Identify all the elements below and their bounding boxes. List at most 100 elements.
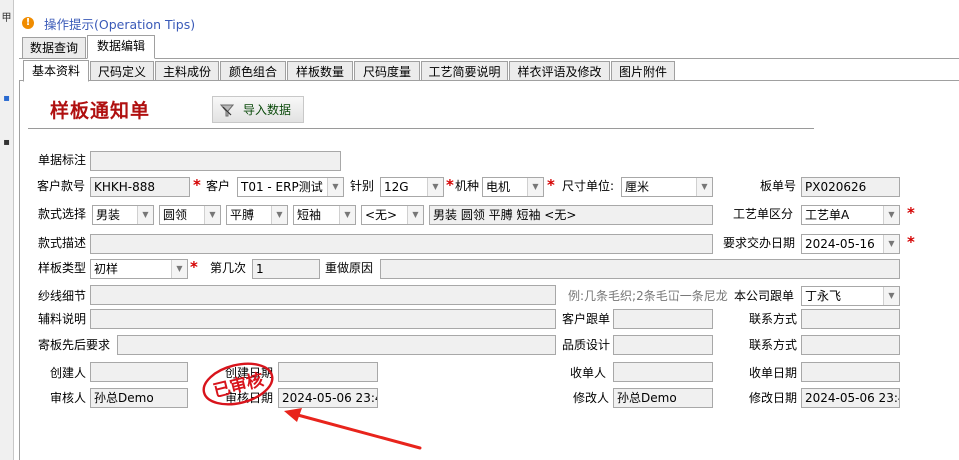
tab-size-definition[interactable]: 尺码定义	[90, 61, 154, 82]
receive-date-input[interactable]	[801, 362, 900, 382]
required-star: *	[547, 176, 555, 194]
chevron-down-icon[interactable]: ▼	[527, 178, 543, 196]
company-merch-label: 本公司跟单	[734, 289, 795, 303]
style-collar-select[interactable]: 圆领 ▼	[159, 205, 221, 225]
style-combined-input[interactable]: 男装 圆领 平膊 短袖 <无>	[429, 205, 713, 225]
needle-value: 12G	[384, 180, 409, 194]
import-data-label: 导入数据	[243, 103, 292, 117]
process-type-label: 工艺单区分	[733, 207, 794, 221]
yarn-hint-text: 例:几条毛织;2条毛冚一条尼龙	[568, 289, 728, 303]
tab-color-combination[interactable]: 颜色组合	[220, 61, 286, 82]
customer-style-no-label: 客户款号	[37, 179, 86, 193]
doc-mark-input[interactable]	[90, 151, 341, 171]
creator-label: 创建人	[50, 366, 87, 380]
chevron-down-icon[interactable]: ▼	[339, 206, 355, 224]
chevron-down-icon[interactable]: ▼	[204, 206, 220, 224]
size-unit-value: 厘米	[625, 180, 650, 194]
send-req-input[interactable]	[117, 335, 556, 355]
tab-process-brief[interactable]: 工艺简要说明	[421, 61, 508, 82]
import-icon	[220, 104, 234, 116]
chevron-down-icon[interactable]: ▼	[137, 206, 153, 224]
tab-sample-review[interactable]: 样衣评语及修改	[509, 61, 610, 82]
required-date-picker[interactable]: 2024-05-16 ▼	[801, 234, 900, 254]
modify-date-input[interactable]: 2024-05-06 23:4	[801, 388, 900, 408]
needle-select[interactable]: 12G ▼	[380, 177, 444, 197]
contact1-input[interactable]	[801, 309, 900, 329]
tab-basic-info[interactable]: 基本资料	[23, 60, 89, 82]
board-no-input[interactable]: PX020626	[801, 177, 900, 197]
required-star: *	[907, 204, 915, 222]
modify-date-label: 修改日期	[749, 391, 798, 405]
quality-design-input[interactable]	[613, 335, 713, 355]
customer-label: 客户	[206, 179, 231, 193]
chevron-down-icon[interactable]: ▼	[883, 206, 899, 224]
chevron-down-icon[interactable]: ▼	[427, 178, 443, 196]
chevron-down-icon[interactable]: ▼	[171, 260, 187, 278]
customer-style-no-input[interactable]: KHKH-888	[90, 177, 190, 197]
send-req-label: 寄板先后要求	[38, 338, 111, 352]
customer-merch-input[interactable]	[613, 309, 713, 329]
board-no-label: 板单号	[760, 179, 797, 193]
machine-value: 电机	[486, 180, 511, 194]
company-merch-select[interactable]: 丁永飞 ▼	[801, 286, 900, 306]
style-other-select[interactable]: <无> ▼	[361, 205, 424, 225]
redo-reason-input[interactable]	[380, 259, 900, 279]
receiver-label: 收单人	[570, 366, 607, 380]
accessory-input[interactable]	[90, 309, 556, 329]
contact2-label: 联系方式	[749, 338, 798, 352]
customer-merch-label: 客户跟单	[562, 312, 611, 326]
title-separator	[28, 128, 814, 129]
chevron-down-icon[interactable]: ▼	[883, 287, 899, 305]
contact2-input[interactable]	[801, 335, 900, 355]
yarn-detail-input[interactable]	[90, 285, 556, 305]
company-merch-value: 丁永飞	[805, 289, 842, 303]
tab-size-measure[interactable]: 尺码度量	[354, 61, 420, 82]
operation-tips-bar[interactable]: ! 操作提示(Operation Tips)	[22, 12, 195, 34]
annotation-arrow-icon	[284, 408, 422, 450]
creator-input[interactable]	[90, 362, 188, 382]
machine-label: 机种	[455, 179, 480, 193]
style-desc-input[interactable]	[90, 234, 713, 254]
process-type-select[interactable]: 工艺单A ▼	[801, 205, 900, 225]
tab-data-edit[interactable]: 数据编辑	[87, 35, 155, 59]
style-gender-select[interactable]: 男装 ▼	[92, 205, 154, 225]
modifier-input[interactable]: 孙总Demo	[613, 388, 713, 408]
machine-select[interactable]: 电机 ▼	[482, 177, 544, 197]
tab-sample-quantity[interactable]: 样板数量	[287, 61, 353, 82]
frame-marker-icon: ▪	[3, 137, 10, 148]
yarn-detail-label: 纱线细节	[38, 289, 87, 303]
times-input[interactable]: 1	[252, 259, 320, 279]
size-unit-select[interactable]: 厘米 ▼	[621, 177, 713, 197]
create-date-input[interactable]	[278, 362, 378, 382]
customer-select[interactable]: T01 - ERP测试 ▼	[237, 177, 344, 197]
chevron-down-icon[interactable]: ▼	[271, 206, 287, 224]
sample-type-label: 样板类型	[38, 261, 87, 275]
contact1-label: 联系方式	[749, 312, 798, 326]
needle-label: 针别	[350, 179, 375, 193]
receiver-input[interactable]	[613, 362, 713, 382]
import-data-button[interactable]: 导入数据	[212, 96, 304, 123]
sample-type-select[interactable]: 初样 ▼	[90, 259, 188, 279]
doc-mark-label: 单据标注	[38, 153, 87, 167]
style-shoulder-select[interactable]: 平膊 ▼	[226, 205, 288, 225]
warning-icon: !	[22, 17, 34, 29]
style-sleeve-value: 短袖	[297, 208, 322, 222]
chevron-down-icon[interactable]: ▼	[327, 178, 343, 196]
frame-glyph: 甲	[1, 13, 12, 24]
tab-main-material[interactable]: 主料成份	[155, 61, 219, 82]
tab-image-attachments[interactable]: 图片附件	[611, 61, 675, 82]
chevron-down-icon[interactable]: ▼	[883, 235, 899, 253]
receive-date-label: 收单日期	[749, 366, 798, 380]
chevron-down-icon[interactable]: ▼	[696, 178, 712, 196]
redo-reason-label: 重做原因	[325, 261, 374, 275]
style-sleeve-select[interactable]: 短袖 ▼	[293, 205, 356, 225]
tab-data-query[interactable]: 数据查询	[22, 37, 86, 59]
auditor-input[interactable]: 孙总Demo	[90, 388, 188, 408]
frame-marker-icon: ▪	[3, 93, 10, 104]
style-gender-value: 男装	[96, 208, 121, 222]
chevron-down-icon[interactable]: ▼	[407, 206, 423, 224]
required-star: *	[190, 258, 198, 276]
operation-tips-label: 操作提示(Operation Tips)	[44, 16, 196, 32]
left-frame-edge: 甲 ▪ ▪	[0, 0, 14, 460]
style-collar-value: 圆领	[163, 208, 188, 222]
